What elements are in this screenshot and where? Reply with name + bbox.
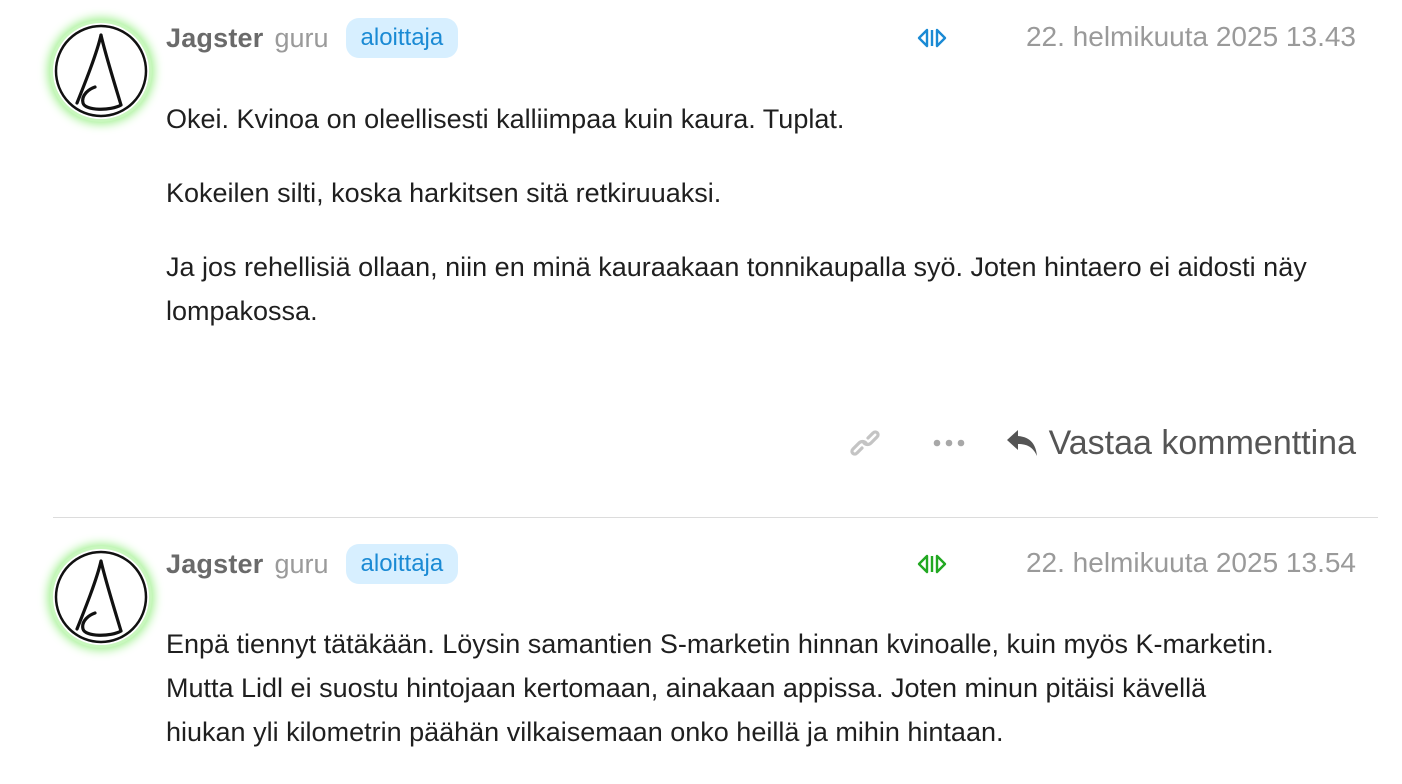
author-rank: guru	[274, 22, 329, 53]
more-dots-icon	[933, 439, 964, 447]
permalink-button[interactable]	[847, 425, 883, 461]
atheism-symbol-icon	[54, 24, 148, 118]
comment-meta: Jagster guru aloittaja	[166, 18, 459, 58]
comment-paragraph: Ja jos rehellisiä ollaan, niin en minä k…	[166, 252, 1307, 326]
comment-timestamp[interactable]: 22. helmikuuta 2025 13.54	[1026, 543, 1356, 583]
comment-timestamp[interactable]: 22. helmikuuta 2025 13.43	[1026, 17, 1356, 57]
comment-paragraph: Enpä tiennyt tätäkään. Löysin samantien …	[166, 629, 1274, 747]
avatar[interactable]	[53, 23, 149, 119]
vote-arrows-icon[interactable]	[916, 27, 948, 49]
comment-body: Okei. Kvinoa on oleellisesti kalliimpaa …	[166, 97, 1336, 363]
avatar[interactable]	[53, 549, 149, 645]
comment-paragraph: Okei. Kvinoa on oleellisesti kalliimpaa …	[166, 104, 845, 134]
more-options-button[interactable]	[931, 425, 967, 461]
author-name[interactable]: Jagster	[166, 23, 263, 54]
comment-actions: Vastaa kommenttina	[847, 420, 1356, 466]
comment-paragraph: Kokeilen silti, koska harkitsen sitä ret…	[166, 178, 722, 208]
link-icon	[849, 430, 880, 456]
comment-body: Enpä tiennyt tätäkään. Löysin samantien …	[166, 622, 1276, 784]
status-badge: aloittaja	[345, 18, 459, 58]
status-badge: aloittaja	[345, 544, 459, 584]
author-rank: guru	[274, 548, 329, 579]
author-name[interactable]: Jagster	[166, 549, 263, 580]
vote-arrows-icon[interactable]	[916, 553, 948, 575]
reply-as-comment-button[interactable]: Vastaa kommenttina	[1005, 424, 1356, 463]
post-divider	[53, 517, 1378, 518]
reply-arrow-icon	[1006, 430, 1037, 456]
comment-meta: Jagster guru aloittaja	[166, 544, 459, 584]
reply-label: Vastaa kommenttina	[1048, 423, 1356, 462]
atheism-symbol-icon	[54, 550, 148, 644]
